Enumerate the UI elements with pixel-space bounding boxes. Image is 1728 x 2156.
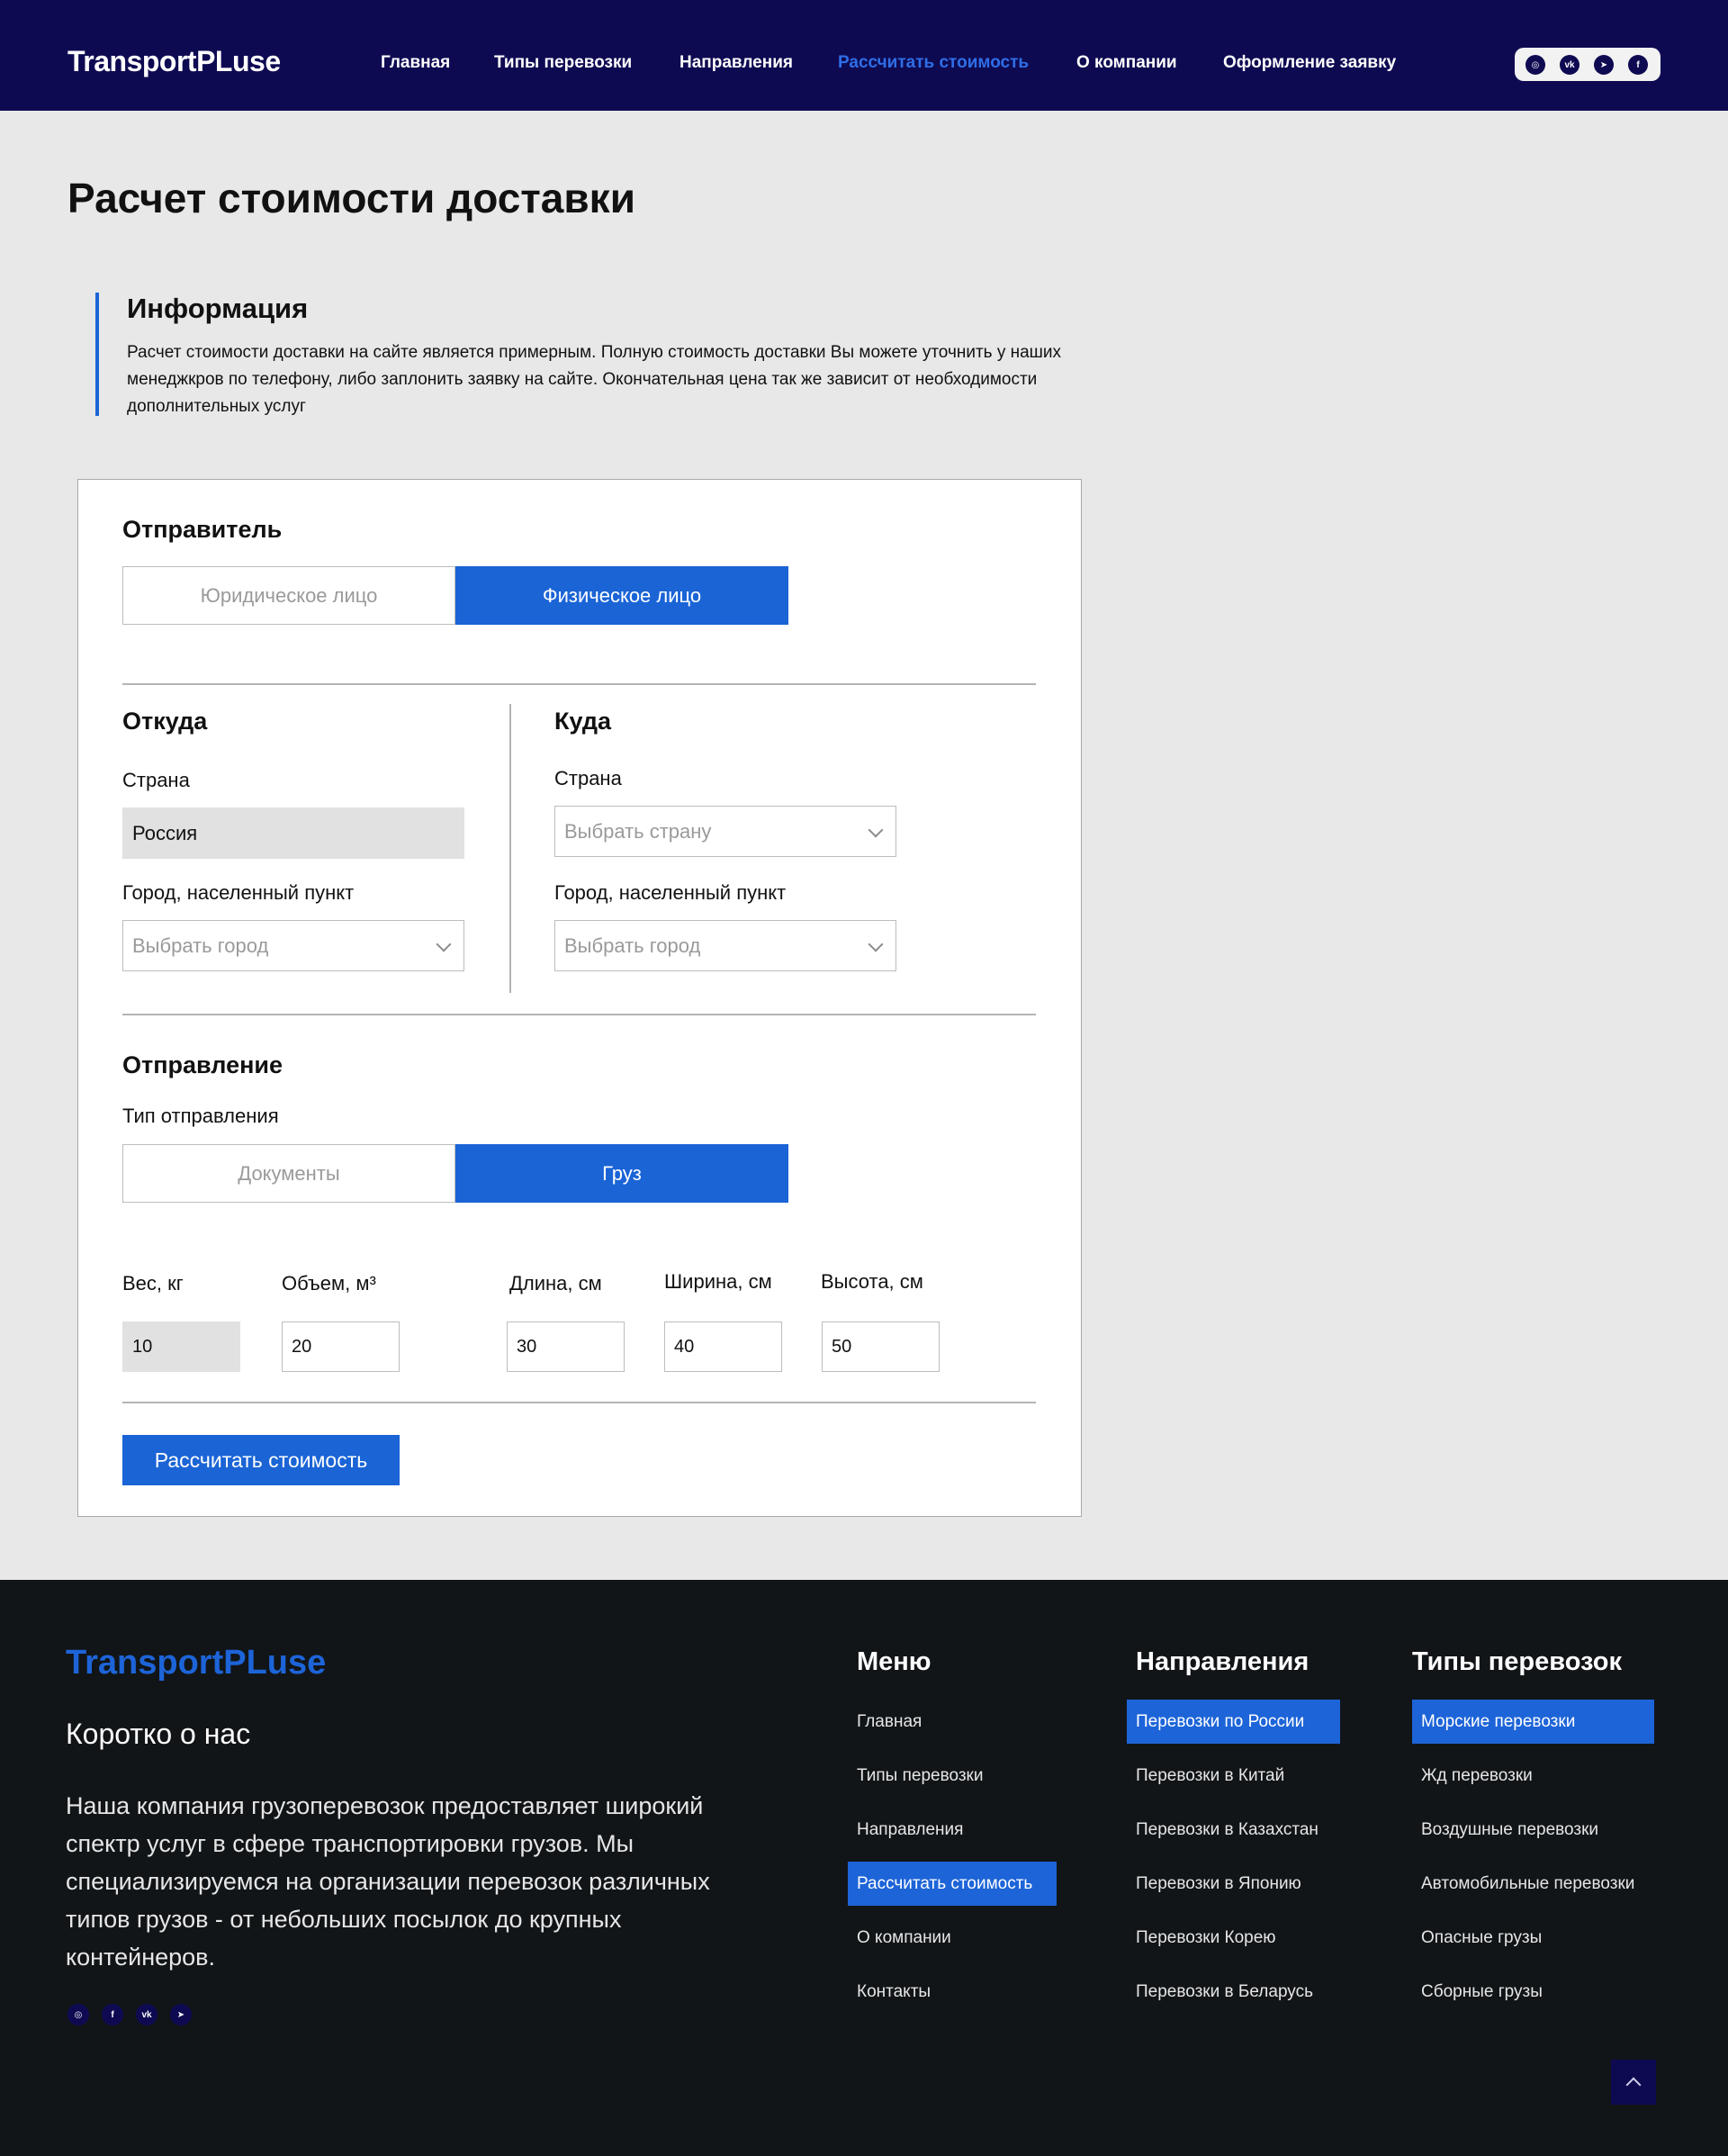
instagram-icon[interactable]: ◎ bbox=[1526, 55, 1545, 75]
facebook-icon[interactable]: f bbox=[102, 2004, 123, 2025]
to-title: Куда bbox=[554, 708, 611, 735]
nav-item-directions[interactable]: Направления bbox=[680, 53, 793, 73]
length-input[interactable]: 30 bbox=[507, 1322, 625, 1372]
vk-icon[interactable]: vk bbox=[1560, 55, 1580, 75]
width-input[interactable]: 40 bbox=[664, 1322, 782, 1372]
footer-directions-link[interactable]: Перевозки Корею bbox=[1127, 1916, 1285, 1960]
shipment-documents-button[interactable]: Документы bbox=[122, 1144, 455, 1203]
footer-types-link[interactable]: Сборные грузы bbox=[1412, 1970, 1552, 2014]
nav-item-about[interactable]: О компании bbox=[1076, 53, 1177, 73]
footer-menu-link[interactable]: Типы перевозки bbox=[848, 1754, 992, 1798]
from-city-label: Город, населенный пункт bbox=[122, 881, 355, 904]
nav-item-order[interactable]: Оформление заявку bbox=[1223, 53, 1396, 73]
facebook-icon[interactable]: f bbox=[1628, 55, 1648, 75]
footer-directions-link[interactable]: Перевозки в Китай bbox=[1127, 1754, 1293, 1798]
from-country-value: Россия bbox=[132, 821, 198, 844]
info-block: Информация Расчет стоимости доставки на … bbox=[95, 293, 1175, 416]
to-country-select[interactable]: Выбрать страну bbox=[554, 806, 896, 857]
footer-menu-link[interactable]: Контакты bbox=[848, 1970, 940, 2014]
page-title: Расчет стоимости доставки bbox=[68, 175, 635, 221]
footer-directions-title: Направления bbox=[1136, 1647, 1310, 1676]
vk-icon[interactable]: vk bbox=[136, 2004, 158, 2025]
to-city-placeholder: Выбрать город bbox=[564, 934, 701, 957]
info-title: Информация bbox=[127, 293, 309, 324]
divider bbox=[122, 683, 1036, 685]
footer-menu-link[interactable]: Рассчитать стоимость bbox=[848, 1862, 1057, 1906]
column-divider bbox=[509, 704, 511, 993]
scroll-to-top-button[interactable] bbox=[1611, 2060, 1656, 2105]
footer-menu-link[interactable]: Главная bbox=[848, 1700, 931, 1744]
chevron-up-icon bbox=[1625, 2077, 1642, 2093]
chevron-down-icon bbox=[868, 936, 884, 952]
telegram-icon[interactable]: ➤ bbox=[1594, 55, 1614, 75]
width-label: Ширина, см bbox=[664, 1270, 772, 1293]
sender-title: Отправитель bbox=[122, 516, 283, 543]
footer-menu-link[interactable]: Направления bbox=[848, 1808, 972, 1852]
footer-types-link[interactable]: Воздушные перевозки bbox=[1412, 1808, 1607, 1852]
site-footer: TransportPLuse Коротко о нас Наша компан… bbox=[0, 1580, 1728, 2156]
main-nav: Главная Типы перевозки Направления Рассч… bbox=[0, 53, 1728, 75]
from-title: Откуда bbox=[122, 708, 208, 735]
telegram-icon[interactable]: ➤ bbox=[170, 2004, 192, 2025]
footer-types-link[interactable]: Автомобильные перевозки bbox=[1412, 1862, 1643, 1906]
footer-directions-link[interactable]: Перевозки в Японию bbox=[1127, 1862, 1310, 1906]
footer-about-title: Коротко о нас bbox=[66, 1718, 251, 1750]
from-city-placeholder: Выбрать город bbox=[132, 934, 269, 957]
divider bbox=[122, 1014, 1036, 1015]
calculator-form: Отправитель Юридическое лицо Физическое … bbox=[77, 479, 1082, 1517]
length-label: Длина, см bbox=[509, 1272, 602, 1295]
footer-directions-link[interactable]: Перевозки в Казахстан bbox=[1127, 1808, 1328, 1852]
footer-logo[interactable]: TransportPLuse bbox=[66, 1644, 326, 1682]
to-country-label: Страна bbox=[554, 767, 622, 789]
weight-label: Вес, кг bbox=[122, 1272, 184, 1295]
footer-directions-link[interactable]: Перевозки в Беларусь bbox=[1127, 1970, 1322, 2014]
footer-types-link[interactable]: Морские перевозки bbox=[1412, 1700, 1654, 1744]
to-city-select[interactable]: Выбрать город bbox=[554, 920, 896, 971]
shipment-cargo-button[interactable]: Груз bbox=[455, 1144, 788, 1203]
chevron-down-icon bbox=[868, 822, 884, 838]
footer-about-text: Наша компания грузоперевозок предоставля… bbox=[66, 1792, 710, 1971]
header-social-links: ◎ vk ➤ f bbox=[1515, 48, 1660, 81]
volume-input[interactable]: 20 bbox=[282, 1322, 400, 1372]
divider bbox=[122, 1402, 1036, 1403]
nav-item-calculate[interactable]: Рассчитать стоимость bbox=[838, 53, 1029, 73]
to-country-placeholder: Выбрать страну bbox=[564, 819, 712, 843]
nav-item-transport-types[interactable]: Типы перевозки bbox=[494, 53, 632, 73]
footer-types-link[interactable]: Опасные грузы bbox=[1412, 1916, 1551, 1960]
chevron-down-icon bbox=[436, 936, 452, 952]
calculate-button[interactable]: Рассчитать стоимость bbox=[122, 1435, 400, 1485]
from-country-field[interactable]: Россия bbox=[122, 807, 464, 859]
sender-individual-button[interactable]: Физическое лицо bbox=[455, 566, 788, 625]
footer-directions-link[interactable]: Перевозки по России bbox=[1127, 1700, 1340, 1744]
footer-menu-link[interactable]: О компании bbox=[848, 1916, 960, 1960]
volume-label: Объем, м³ bbox=[282, 1272, 376, 1295]
instagram-icon[interactable]: ◎ bbox=[68, 2004, 89, 2025]
shipment-type-label: Тип отправления bbox=[122, 1105, 279, 1127]
weight-input[interactable]: 10 bbox=[122, 1322, 240, 1372]
height-label: Высота, см bbox=[821, 1270, 923, 1293]
to-city-label: Город, населенный пункт bbox=[554, 881, 787, 904]
footer-types-title: Типы перевозок bbox=[1412, 1647, 1622, 1676]
site-header: TransportPLuse Главная Типы перевозки На… bbox=[0, 0, 1728, 111]
height-input[interactable]: 50 bbox=[822, 1322, 940, 1372]
from-city-select[interactable]: Выбрать город bbox=[122, 920, 464, 971]
info-text: Расчет стоимости доставки на сайте являе… bbox=[127, 343, 1062, 416]
sender-legal-entity-button[interactable]: Юридическое лицо bbox=[122, 566, 455, 625]
nav-item-home[interactable]: Главная bbox=[381, 53, 450, 73]
shipment-title: Отправление bbox=[122, 1051, 284, 1078]
footer-types-link[interactable]: Жд перевозки bbox=[1412, 1754, 1542, 1798]
footer-menu-title: Меню bbox=[857, 1647, 932, 1676]
from-country-label: Страна bbox=[122, 769, 190, 791]
